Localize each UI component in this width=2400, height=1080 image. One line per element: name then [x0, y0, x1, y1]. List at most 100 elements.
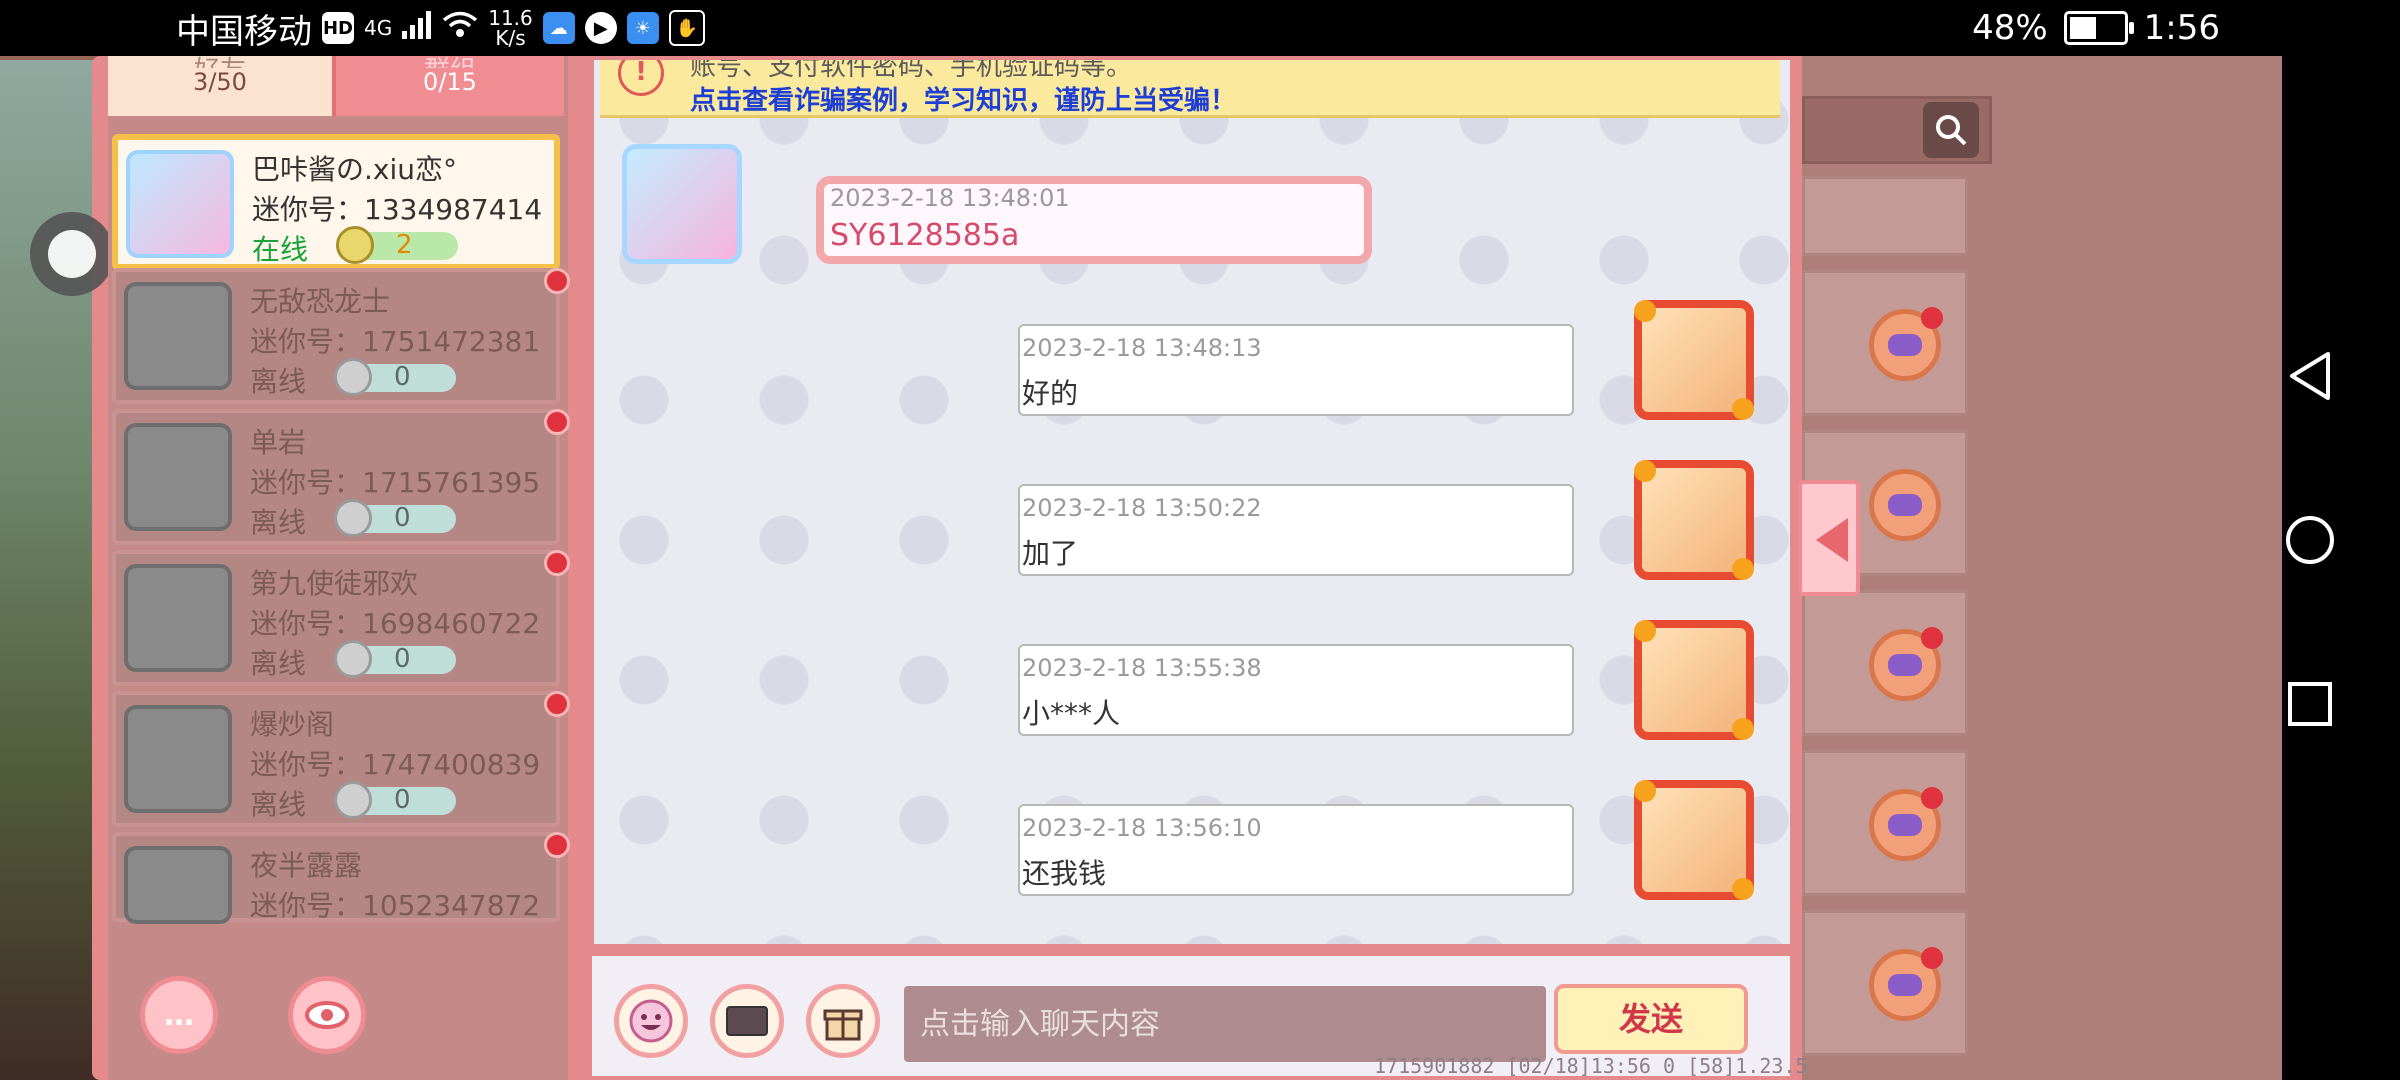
my-avatar[interactable]: [1634, 300, 1754, 420]
friend-level-bar: 0: [334, 499, 456, 537]
avatar: [124, 564, 232, 672]
friend-mini-id: 迷你号：1747400839: [250, 748, 541, 781]
side-panel: [1802, 56, 2282, 1080]
tab-friends[interactable]: 好友 3/50: [108, 56, 336, 116]
unread-dot: [544, 691, 570, 717]
cloud-icon: ☁: [542, 12, 575, 44]
friend-item[interactable]: 无敌恐龙士 迷你号：1751472381 离线 0: [112, 268, 570, 404]
my-avatar[interactable]: [1634, 620, 1754, 740]
home-icon[interactable]: [2278, 508, 2342, 572]
unread-dot: [1921, 787, 1943, 809]
friend-level: 2: [396, 230, 413, 260]
game-scenery: [0, 60, 100, 1080]
net-speed: 11.6 K/s: [488, 8, 533, 48]
friend-level: 0: [394, 644, 411, 674]
outgoing-message: 2023-2-18 13:50:22 加了: [1018, 484, 1574, 576]
friend-status: 离线: [250, 788, 307, 821]
tab-groups-count: 0/15: [423, 68, 477, 96]
unread-dot: [1921, 627, 1943, 649]
unread-dot: [1921, 307, 1943, 329]
message-text: 还我钱: [1022, 857, 1107, 890]
unread-dot: [544, 550, 570, 576]
friend-level: 0: [394, 785, 411, 815]
chat-bubble-icon: [1869, 469, 1941, 541]
carrier-label: 中国移动: [176, 11, 312, 52]
search-icon[interactable]: [1923, 102, 1979, 158]
message-time: 2023-2-18 13:56:10: [1022, 814, 1262, 842]
friend-status: 在线: [252, 233, 309, 266]
fraud-warning-banner: ! 账号、支付软件密码、手机验证码等。 点击查看诈骗案例，学习知识，谨防上当受骗…: [600, 60, 1780, 118]
outgoing-message: 2023-2-18 13:56:10 还我钱: [1018, 804, 1574, 896]
friend-level-bar: 0: [334, 781, 456, 819]
friend-name: 无敌恐龙士: [250, 285, 391, 318]
chat-message-input[interactable]: [904, 986, 1546, 1062]
friend-name: 爆炒阁: [250, 708, 335, 741]
friend-level-bar: 2: [336, 226, 458, 264]
gift-icon[interactable]: [806, 984, 880, 1058]
play-icon: ▶: [584, 12, 617, 44]
message-time: 2023-2-18 13:50:22: [1022, 494, 1262, 522]
avatar: [124, 282, 232, 390]
outgoing-message: 2023-2-18 13:55:38 小***人: [1018, 644, 1574, 736]
my-avatar[interactable]: [1634, 780, 1754, 900]
friend-avatar[interactable]: [622, 144, 742, 264]
message-time: 2023-2-18 13:48:01: [830, 184, 1070, 212]
friend-name: 单岩: [250, 426, 307, 459]
side-row[interactable]: [1802, 910, 1968, 1056]
friend-mini-id: 迷你号：1698460722: [250, 607, 541, 640]
recents-icon[interactable]: [2278, 672, 2342, 736]
eye-icon[interactable]: [288, 976, 366, 1054]
keyboard-icon[interactable]: [710, 984, 784, 1058]
hd-icon: HD: [322, 12, 354, 44]
friend-tabs: 好友 3/50 群组 0/15: [108, 56, 568, 116]
unread-dot: [544, 409, 570, 435]
warning-text: 账号、支付软件密码、手机验证码等。: [690, 56, 1133, 82]
friend-status: 离线: [250, 647, 307, 680]
friend-item[interactable]: 夜半露露 迷你号：1052347872: [112, 832, 570, 924]
side-row[interactable]: [1802, 750, 1968, 896]
side-row[interactable]: [1802, 590, 1968, 736]
battery-icon: [2063, 11, 2134, 45]
status-bar: 中国移动 HD 4G 11.6 K/s ☁ ▶ ☀ ✋ 48% 1:56: [0, 0, 2400, 56]
friend-mini-id: 迷你号：1751472381: [250, 325, 541, 358]
send-button[interactable]: 发送: [1554, 984, 1748, 1054]
collapse-panel-button[interactable]: [1798, 480, 1860, 596]
tab-groups[interactable]: 群组 0/15: [336, 56, 564, 116]
message-text: SY6128585a: [830, 218, 1020, 253]
friend-item[interactable]: 单岩 迷你号：1715761395 离线 0: [112, 409, 570, 545]
friend-item[interactable]: 巴咔酱の.xiu恋° 迷你号：1334987414 在线 2: [112, 134, 560, 270]
unread-dot: [544, 832, 570, 858]
clock: 1:56: [2143, 8, 2220, 48]
friend-item[interactable]: 爆炒阁 迷你号：1747400839 离线 0: [112, 691, 570, 827]
side-row[interactable]: [1802, 270, 1968, 416]
friend-level: 0: [394, 362, 411, 392]
debug-info: 1715901882 [02/18]13:56 0 [58]1.23.5: [1374, 1054, 1808, 1078]
side-row[interactable]: [1802, 176, 1968, 256]
tab-friends-title: 好友: [108, 50, 332, 68]
gem-icon: [334, 781, 372, 819]
back-icon[interactable]: [2278, 344, 2342, 408]
side-search-bar[interactable]: [1802, 96, 1992, 164]
warning-icon: !: [618, 60, 664, 96]
emoji-icon[interactable]: [614, 984, 688, 1058]
message-text: 小***人: [1022, 697, 1121, 730]
my-avatar[interactable]: [1634, 460, 1754, 580]
gem-icon: [336, 226, 374, 264]
gem-icon: [334, 358, 372, 396]
unread-dot: [544, 268, 570, 294]
network-type: 4G: [364, 16, 393, 40]
outgoing-message: 2023-2-18 13:48:13 好的: [1018, 324, 1574, 416]
wifi-icon: [442, 8, 478, 48]
net-speed-unit: K/s: [495, 26, 526, 50]
gem-icon: [334, 499, 372, 537]
floating-assist-button[interactable]: [30, 212, 114, 296]
friend-level-bar: 0: [334, 358, 456, 396]
friend-item[interactable]: 第九使徒邪欢 迷你号：1698460722 离线 0: [112, 550, 570, 686]
signal-icon: [402, 8, 432, 48]
friend-list-panel: 好友 3/50 群组 0/15 巴咔酱の.xiu恋° 迷你号：133498741…: [108, 56, 570, 1080]
friend-status: 离线: [250, 506, 307, 539]
tab-groups-title: 群组: [336, 50, 564, 68]
fraud-cases-link[interactable]: 点击查看诈骗案例，学习知识，谨防上当受骗！: [690, 80, 1236, 117]
friend-name: 第九使徒邪欢: [250, 567, 419, 600]
more-button[interactable]: …: [140, 976, 218, 1054]
